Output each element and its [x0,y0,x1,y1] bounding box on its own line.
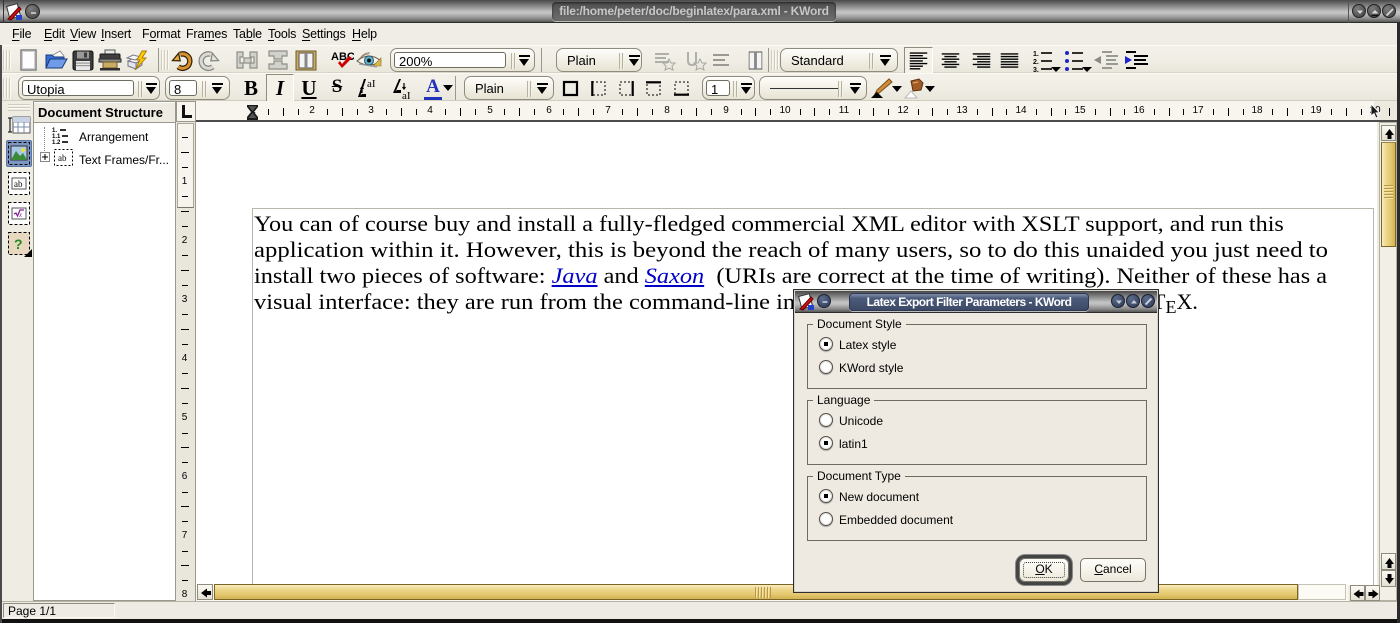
svg-text:aI: aI [402,90,411,100]
svg-text:2.: 2. [1033,59,1039,66]
svg-text:3.: 3. [1033,67,1039,72]
svg-text:1.2: 1.2 [52,140,61,144]
svg-text:1.: 1. [1033,51,1039,58]
svg-text:ABC: ABC [331,51,354,63]
svg-text:ab: ab [14,179,23,189]
svg-text:ab: ab [58,153,67,163]
svg-text:?: ? [14,236,23,252]
svg-text:aI: aI [367,78,376,90]
